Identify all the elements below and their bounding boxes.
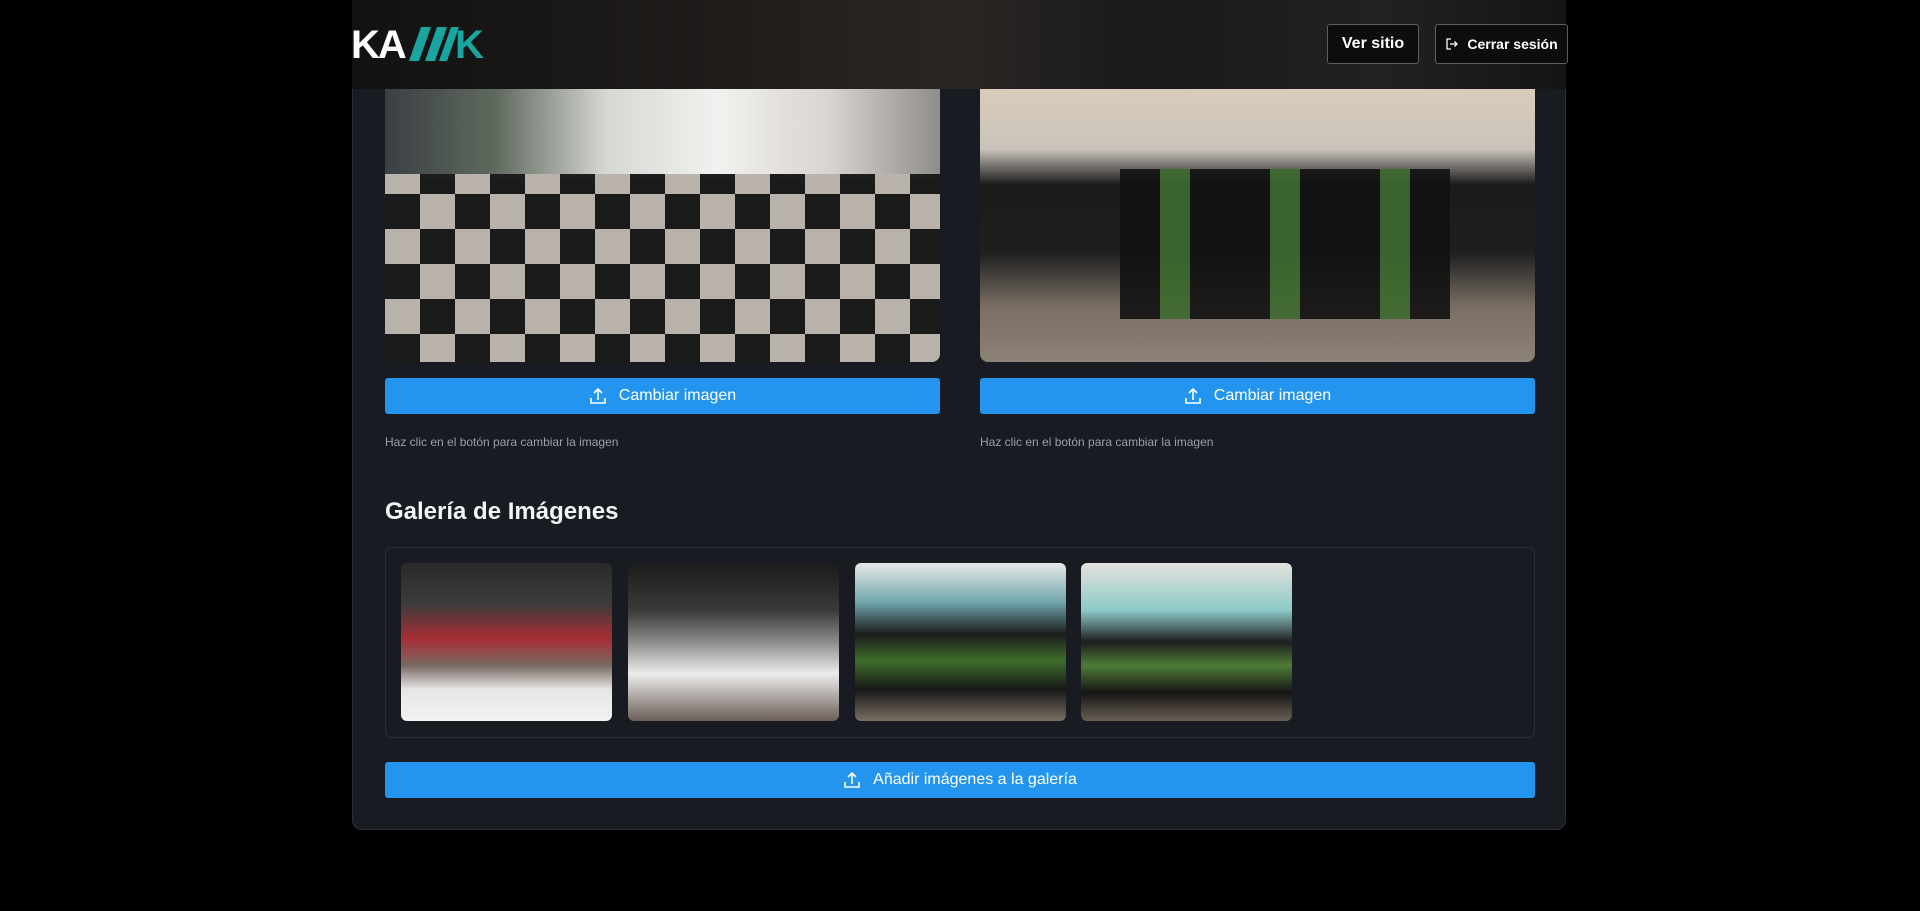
cerrar-sesion-button[interactable]: Cerrar sesión	[1435, 24, 1568, 64]
upload-icon	[843, 771, 861, 789]
gallery-thumbnail-1[interactable]	[401, 563, 612, 721]
change-image-label-1: Cambiar imagen	[618, 387, 737, 404]
gallery-thumbnail-3[interactable]	[855, 563, 1066, 721]
add-gallery-images-label: Añadir imágenes a la galería	[873, 771, 1077, 788]
svg-text:K: K	[455, 23, 484, 65]
svg-text:KA: KA	[351, 23, 406, 65]
gallery-thumbnail-2[interactable]	[628, 563, 839, 721]
gallery-title: Galería de Imágenes	[385, 498, 619, 525]
logout-icon	[1445, 37, 1459, 51]
featured-image-2	[980, 89, 1535, 362]
kamak-logo[interactable]: KA K	[351, 23, 493, 65]
featured-image-1	[385, 89, 940, 362]
upload-icon	[1184, 387, 1202, 405]
change-image-button-2[interactable]: Cambiar imagen	[980, 378, 1535, 414]
add-gallery-images-button[interactable]: Añadir imágenes a la galería	[385, 762, 1535, 798]
change-image-hint-2: Haz clic en el botón para cambiar la ima…	[980, 435, 1214, 449]
gallery-thumbnail-4[interactable]	[1081, 563, 1292, 721]
cerrar-sesion-label: Cerrar sesión	[1467, 36, 1558, 52]
ver-sitio-button[interactable]: Ver sitio	[1327, 24, 1419, 64]
change-image-button-1[interactable]: Cambiar imagen	[385, 378, 940, 414]
change-image-hint-1: Haz clic en el botón para cambiar la ima…	[385, 435, 619, 449]
change-image-label-2: Cambiar imagen	[1213, 387, 1332, 404]
upload-icon	[589, 387, 607, 405]
